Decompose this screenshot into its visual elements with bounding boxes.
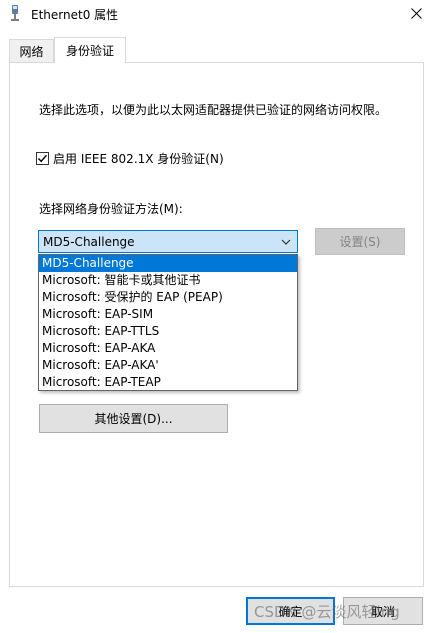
description-text: 选择此选项，以便为此以太网适配器提供已验证的网络访问权限。 (39, 103, 388, 117)
method-label: 选择网络身份验证方法(M): (39, 202, 183, 216)
other-settings-button[interactable]: 其他设置(D)... (39, 404, 228, 433)
other-settings-button-label: 其他设置(D)... (94, 412, 173, 426)
tab-authentication[interactable]: 身份验证 (54, 37, 126, 63)
ieee8021x-checkbox-label: 启用 IEEE 802.1X 身份验证(N) (53, 152, 224, 166)
close-icon (410, 7, 422, 19)
cancel-button[interactable]: 取消 (343, 597, 423, 625)
chevron-down-icon (281, 239, 291, 245)
dropdown-option-eap-teap[interactable]: Microsoft: EAP-TEAP (39, 374, 297, 391)
combobox-selected-value: MD5-Challenge (43, 234, 135, 249)
settings-button[interactable]: 设置(S) (315, 228, 405, 255)
ok-button-label: 确定 (278, 604, 303, 619)
dropdown-option-eap-aka[interactable]: Microsoft: EAP-AKA (39, 340, 297, 357)
dropdown-option-eap-ttls[interactable]: Microsoft: EAP-TTLS (39, 323, 297, 340)
auth-method-combobox[interactable]: MD5-Challenge (38, 230, 298, 253)
tab-network[interactable]: 网络 (9, 39, 54, 62)
dropdown-option-smartcard[interactable]: Microsoft: 智能卡或其他证书 (39, 272, 297, 289)
dropdown-option-eap-sim[interactable]: Microsoft: EAP-SIM (39, 306, 297, 323)
ok-button[interactable]: 确定 (246, 597, 335, 625)
dropdown-option-eap-aka-prime[interactable]: Microsoft: EAP-AKA' (39, 357, 297, 374)
settings-button-label: 设置(S) (339, 235, 381, 249)
auth-method-dropdown-list: MD5-Challenge Microsoft: 智能卡或其他证书 Micros… (38, 254, 298, 391)
ieee8021x-checkbox-row[interactable]: 启用 IEEE 802.1X 身份验证(N) (36, 150, 224, 167)
ieee8021x-checkbox[interactable] (36, 152, 49, 165)
tab-network-label: 网络 (19, 44, 44, 59)
tab-authentication-label: 身份验证 (65, 44, 114, 58)
dropdown-option-peap[interactable]: Microsoft: 受保护的 EAP (PEAP) (39, 289, 297, 306)
window-title: Ethernet0 属性 (31, 8, 119, 22)
cancel-button-label: 取消 (370, 604, 395, 619)
dropdown-option-md5[interactable]: MD5-Challenge (39, 255, 297, 272)
tab-strip: 网络 身份验证 (9, 37, 429, 63)
title-bar: Ethernet0 属性 (0, 0, 431, 27)
checkmark-icon (37, 154, 48, 163)
close-button[interactable] (403, 1, 429, 25)
network-adapter-icon (11, 5, 19, 21)
